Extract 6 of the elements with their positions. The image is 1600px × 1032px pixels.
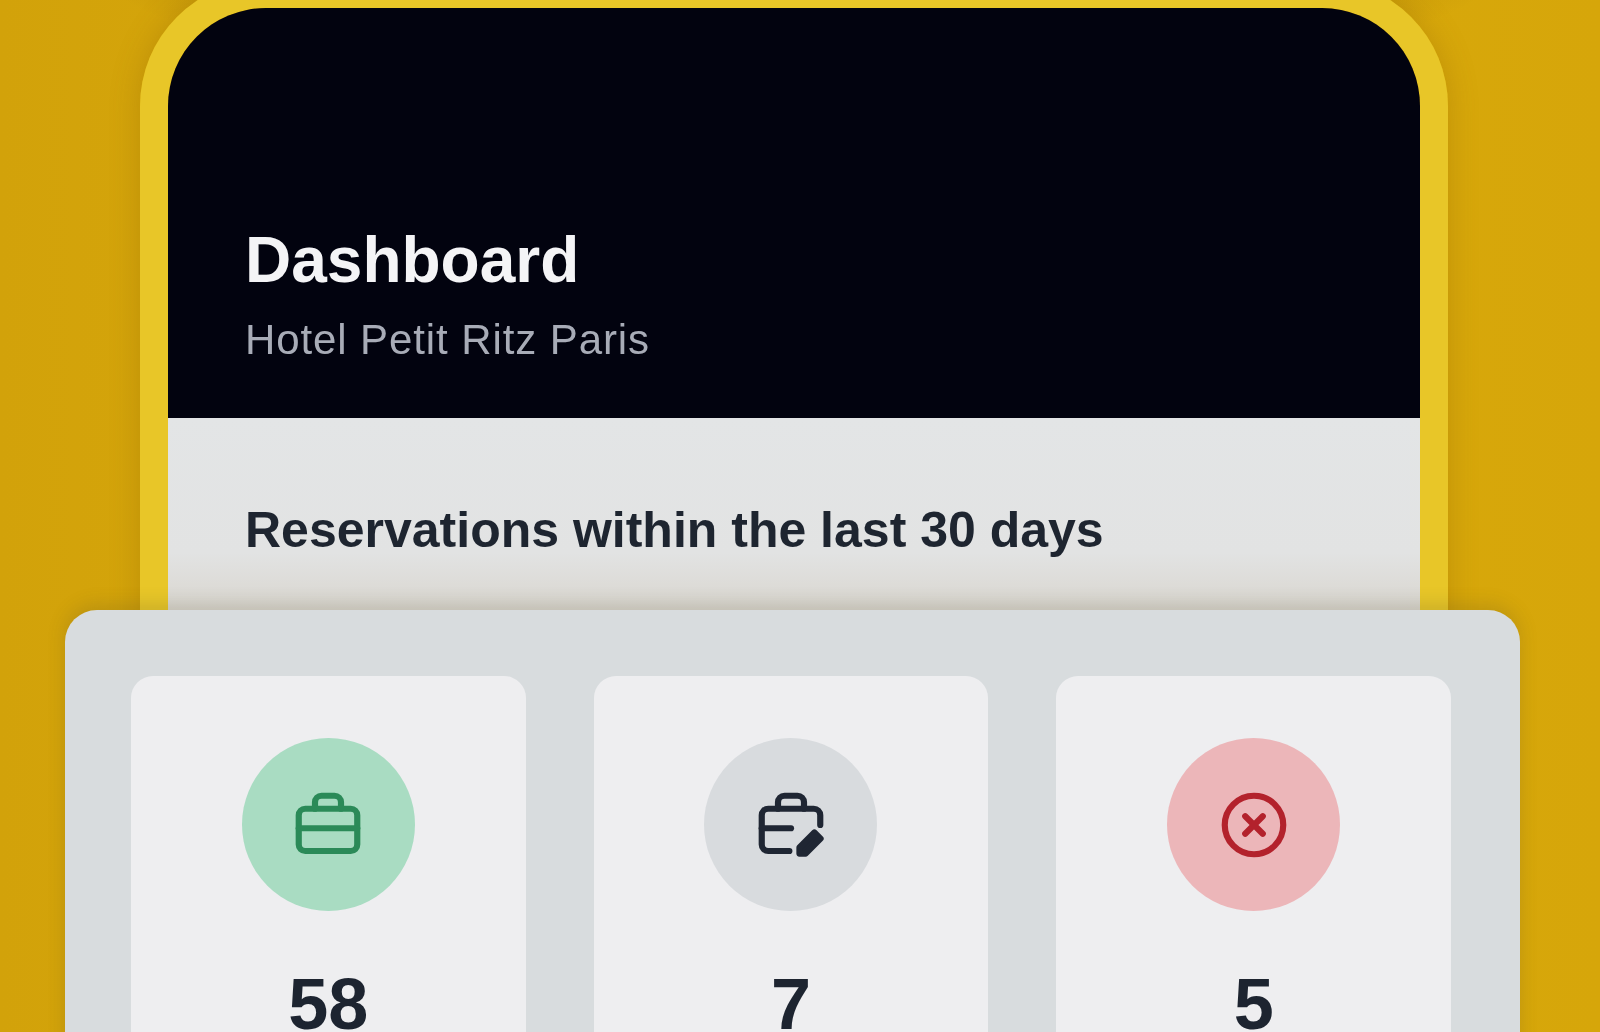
page-title: Dashboard [245,223,581,298]
stat-value: 7 [770,968,811,1032]
subtitle: Hotel Petit Ritz Paris [245,314,651,365]
section-heading: Reservations within the last 30 days [245,501,1105,561]
stat-value: 58 [288,968,369,1032]
stat-value: 5 [1233,968,1274,1032]
